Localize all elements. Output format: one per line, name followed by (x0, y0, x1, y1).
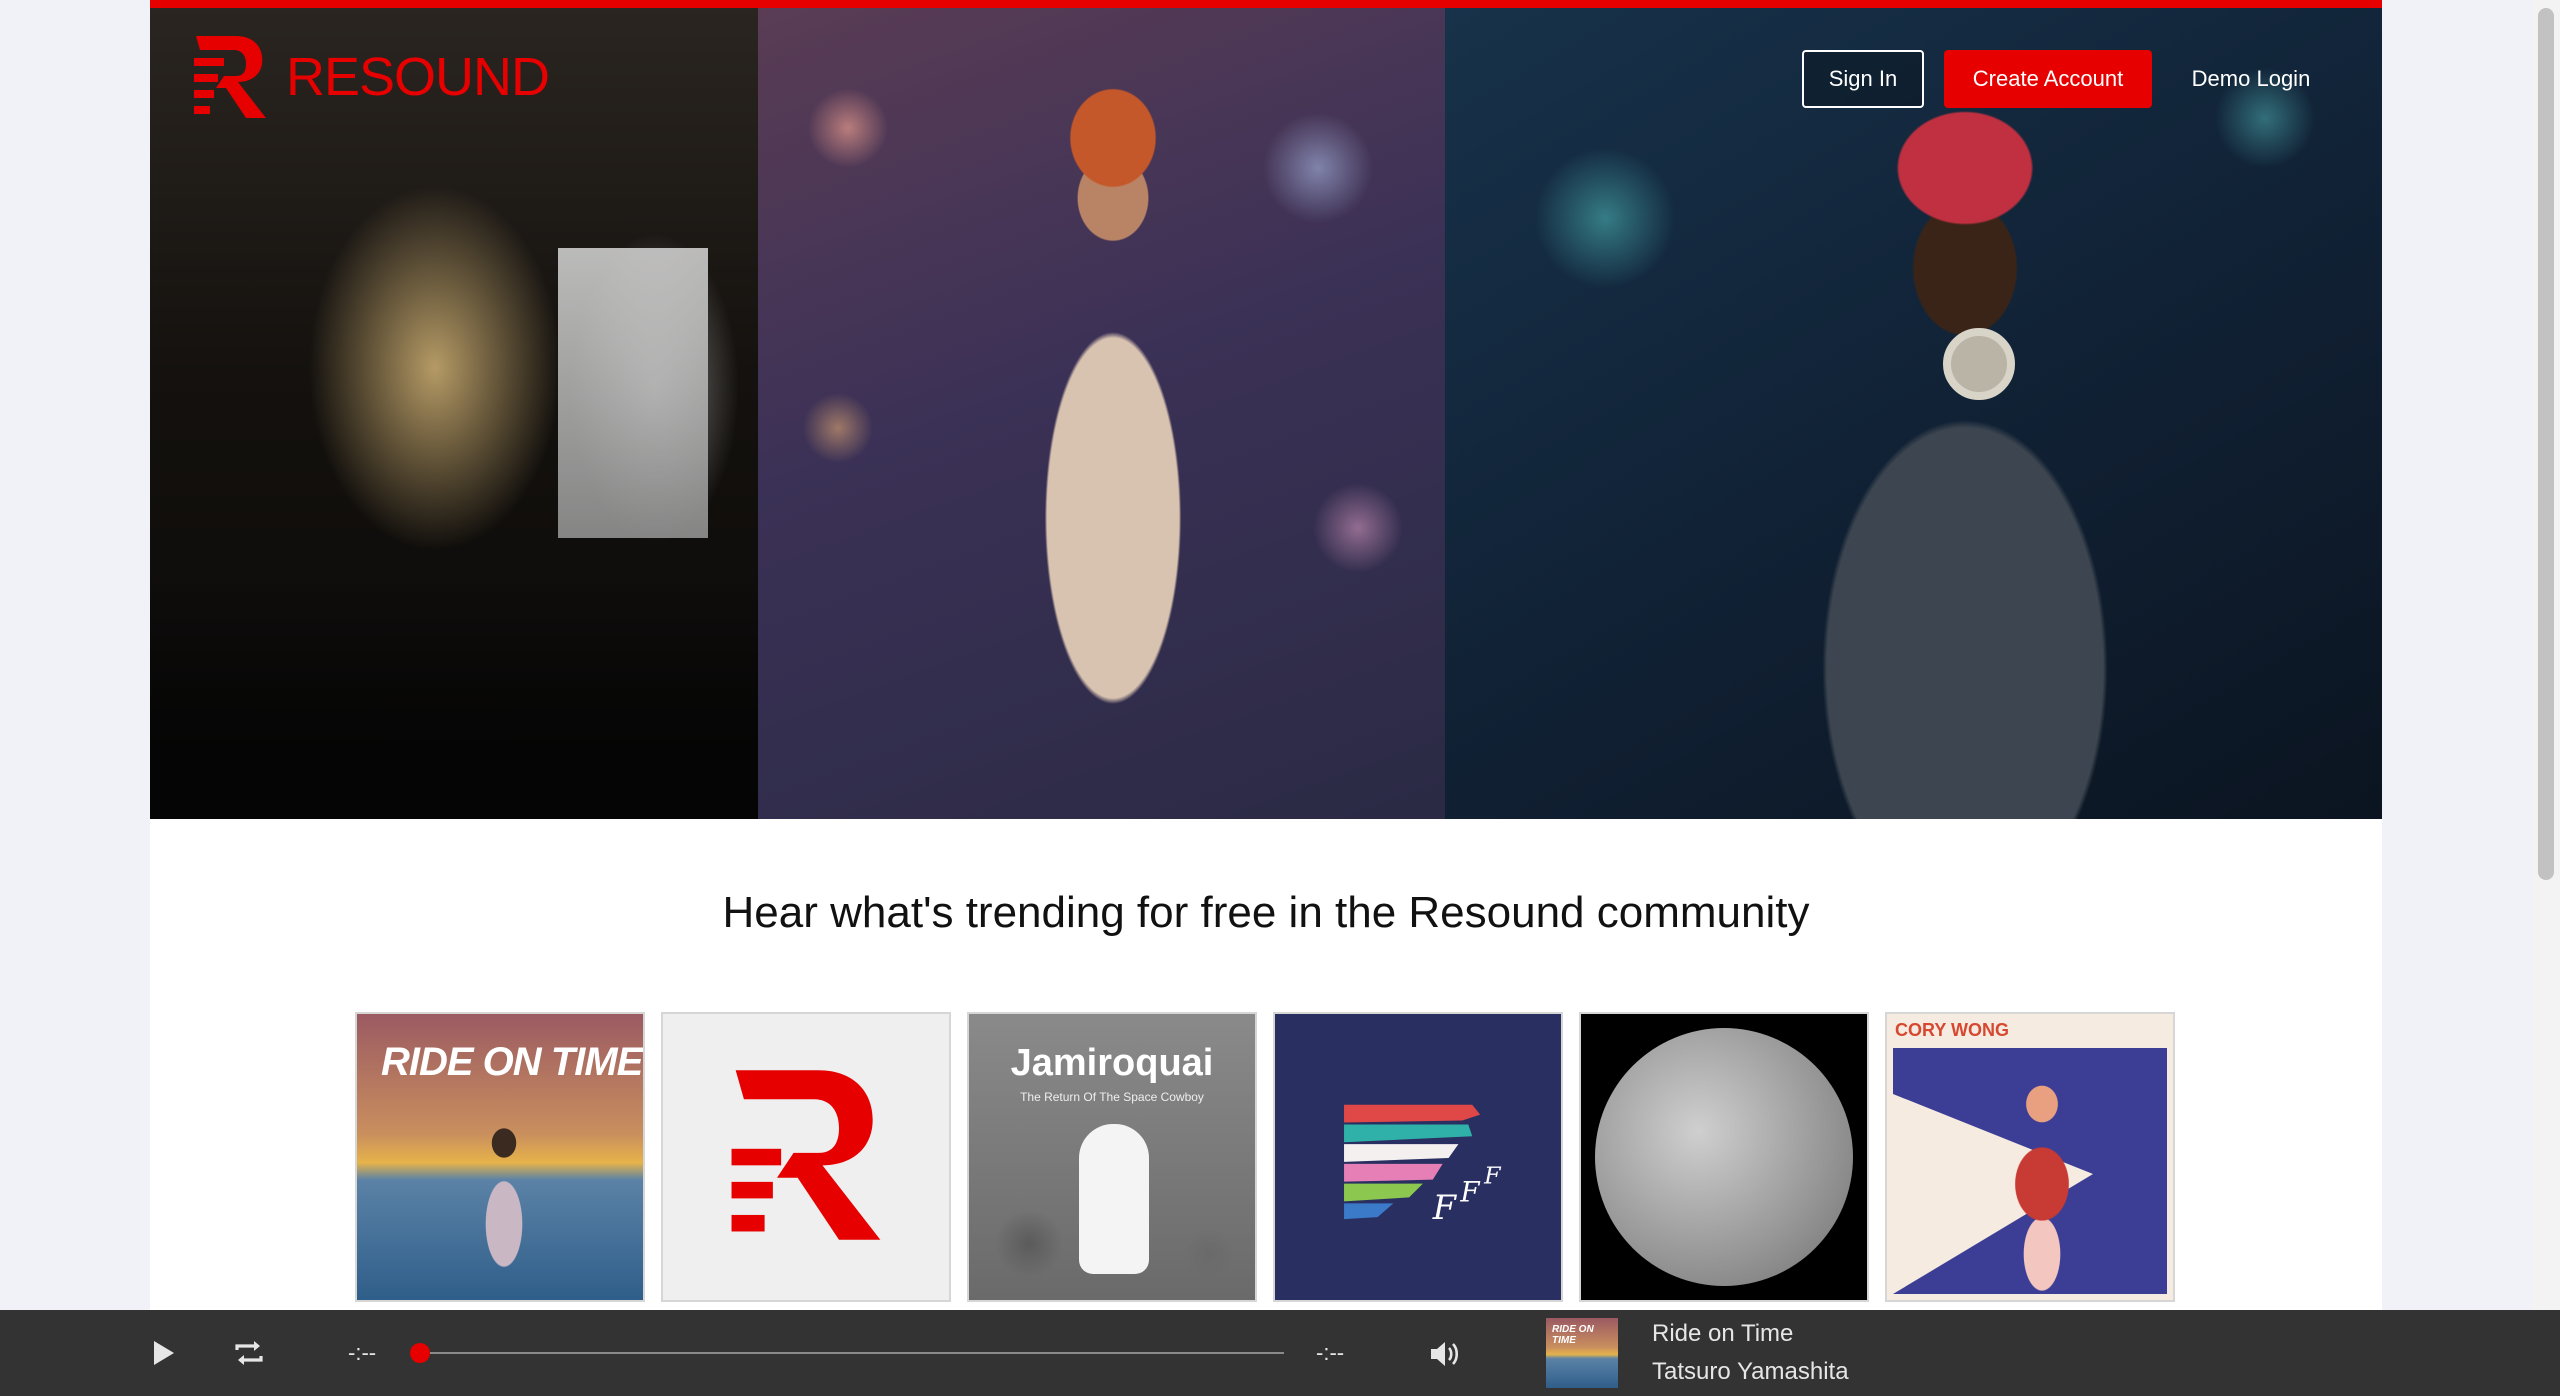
svg-text:F: F (1459, 1175, 1480, 1208)
progress-knob[interactable] (410, 1343, 430, 1363)
play-icon[interactable] (146, 1336, 180, 1370)
svg-text:F: F (1483, 1162, 1502, 1190)
album-card[interactable] (1579, 1012, 1869, 1302)
current-time: -:-- (348, 1340, 377, 1365)
create-account-button[interactable]: Create Account (1944, 50, 2152, 108)
svg-text:F: F (1432, 1188, 1458, 1227)
hero-photo-concert (150, 8, 758, 819)
moon-art (1595, 1028, 1853, 1286)
resound-logo-icon (731, 1070, 881, 1240)
performer-figure (988, 48, 1238, 819)
hero-banner: RESOUND Sign In Create Account Demo Logi… (150, 0, 2382, 819)
trending-heading: Hear what's trending for free in the Res… (722, 888, 1810, 937)
resound-logo-icon (194, 36, 266, 118)
album-card[interactable]: F F F (1273, 1012, 1563, 1302)
demo-login-button[interactable]: Demo Login (2166, 50, 2336, 108)
album-art-subtitle: The Return Of The Space Cowboy (1020, 1090, 1204, 1104)
rapper-figure (1745, 68, 2185, 819)
brand-name: RESOUND (286, 47, 550, 107)
album-art-figure (1079, 1124, 1149, 1274)
album-art-figure (475, 1119, 533, 1289)
page-scrollbar[interactable] (2532, 0, 2560, 1310)
album-card[interactable] (661, 1012, 951, 1302)
hero-photo-singer (758, 8, 1445, 819)
album-art-title: CORY WONG (1895, 1020, 2010, 1040)
auth-buttons: Sign In Create Account Demo Login (1802, 50, 2336, 108)
scrollbar-thumb[interactable] (2538, 8, 2554, 880)
album-card[interactable]: Jamiroquai The Return Of The Space Cowbo… (967, 1012, 1257, 1302)
audio-player-bar: -:-- -:-- RIDE ON TIME Ride on Time Tats… (0, 1310, 2560, 1396)
chain-pendant (1943, 328, 2015, 400)
now-playing-thumbnail[interactable]: RIDE ON TIME (1546, 1318, 1618, 1388)
album-art-title: Jamiroquai (1010, 1042, 1214, 1084)
album-art-figure (1987, 1074, 2097, 1294)
album-card[interactable]: CORY WONG (1885, 1012, 2175, 1302)
stage-screen (558, 248, 708, 538)
now-playing-title[interactable]: Ride on Time (1652, 1320, 1793, 1348)
trending-albums: RIDE ON TIME Jamiroquai The Return Of Th… (355, 1012, 2175, 1302)
crowd-silhouette (150, 567, 758, 819)
wing-art-icon: F F F (1344, 1104, 1502, 1227)
volume-icon[interactable] (1426, 1336, 1462, 1372)
track-duration: -:-- (1316, 1340, 1345, 1365)
thumbnail-art-title: RIDE ON TIME (1552, 1324, 1594, 1346)
hero-photo-rapper (1445, 8, 2382, 819)
now-playing-artist[interactable]: Tatsuro Yamashita (1652, 1358, 1849, 1386)
progress-track[interactable] (410, 1343, 1284, 1363)
album-card[interactable]: RIDE ON TIME (355, 1012, 645, 1302)
brand-logo[interactable]: RESOUND (190, 32, 550, 122)
repeat-icon[interactable] (230, 1334, 268, 1372)
album-art-title: RIDE ON TIME (381, 1040, 643, 1084)
sign-in-button[interactable]: Sign In (1802, 50, 1924, 108)
landing-page: RESOUND Sign In Create Account Demo Logi… (150, 0, 2382, 1310)
